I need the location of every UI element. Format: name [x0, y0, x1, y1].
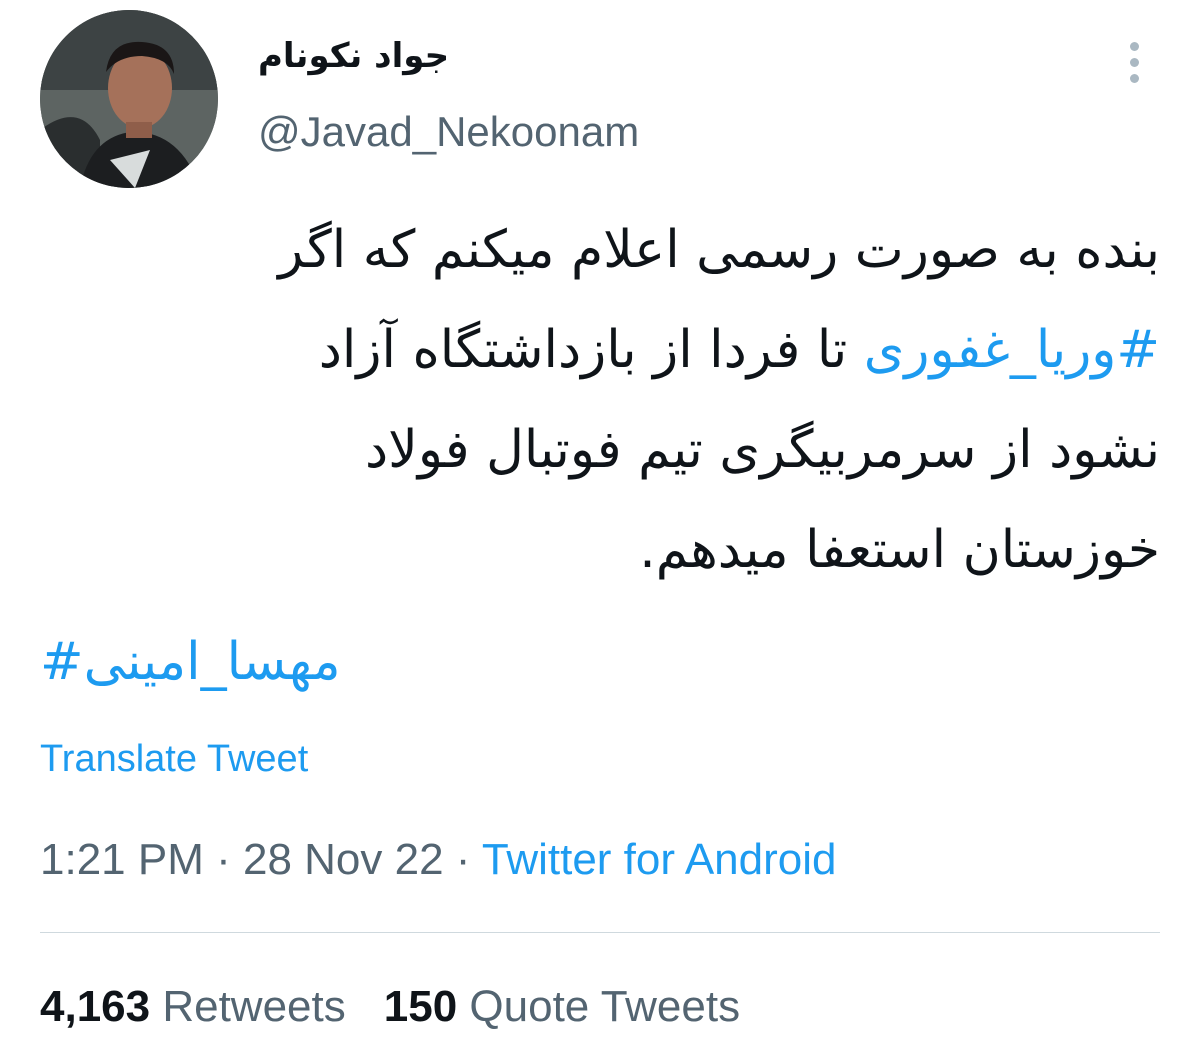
more-vertical-icon	[1129, 41, 1139, 51]
tweet-source-link[interactable]: Twitter for Android	[482, 835, 837, 884]
tweet-text: بنده به صورت رسمی اعلام میکنم که اگر #ور…	[40, 200, 1160, 600]
tweet-date[interactable]: 28 Nov 22	[243, 835, 444, 884]
quote-tweets-stat[interactable]: 150 Quote Tweets	[384, 982, 740, 1031]
tweet-text-line: خوزستان استعفا میدهم.	[639, 520, 1160, 580]
quote-tweets-label: Quote Tweets	[457, 982, 741, 1031]
tweet-time[interactable]: 1:21 PM	[40, 835, 204, 884]
more-vertical-icon-dot	[1129, 57, 1139, 67]
tweet-detail: جواد نکونام @Javad_Nekoonam بنده به صورت…	[0, 0, 1200, 1057]
tweet-stats: 4,163 Retweets 150 Quote Tweets	[40, 982, 740, 1032]
tweet-text-segment: تا فردا از بازداشتگاه آزاد	[318, 320, 864, 380]
tweet-text-line: بنده به صورت رسمی اعلام میکنم که اگر	[278, 220, 1160, 280]
tweet-hashtag-line: مهسا_امینی#	[40, 622, 1160, 702]
author-display-name[interactable]: جواد نکونام	[258, 36, 449, 76]
more-options-button[interactable]	[1112, 38, 1156, 86]
more-vertical-icon-dot	[1129, 73, 1139, 83]
meta-separator: ·	[203, 835, 243, 884]
hashtag-link[interactable]: مهسا_امینی#	[40, 632, 341, 692]
hashtag-link[interactable]: #وریا_غفوری	[864, 320, 1160, 380]
divider	[40, 932, 1160, 933]
retweets-label: Retweets	[150, 982, 346, 1031]
retweets-count: 4,163	[40, 982, 151, 1031]
author-handle[interactable]: @Javad_Nekoonam	[258, 108, 639, 156]
tweet-text-line: نشود از سرمربیگری تیم فوتبال فولاد	[365, 420, 1160, 480]
quote-tweets-count: 150	[383, 982, 458, 1031]
tweet-metadata: 1:21 PM · 28 Nov 22 · Twitter for Androi…	[40, 835, 836, 885]
meta-separator: ·	[443, 835, 482, 884]
avatar-photo	[40, 10, 218, 188]
avatar[interactable]	[40, 10, 218, 188]
translate-tweet-link[interactable]: Translate Tweet	[40, 738, 308, 781]
retweets-stat[interactable]: 4,163 Retweets	[40, 982, 346, 1031]
tweet-text-line: #وریا_غفوری تا فردا از بازداشتگاه آزاد	[40, 300, 1160, 400]
